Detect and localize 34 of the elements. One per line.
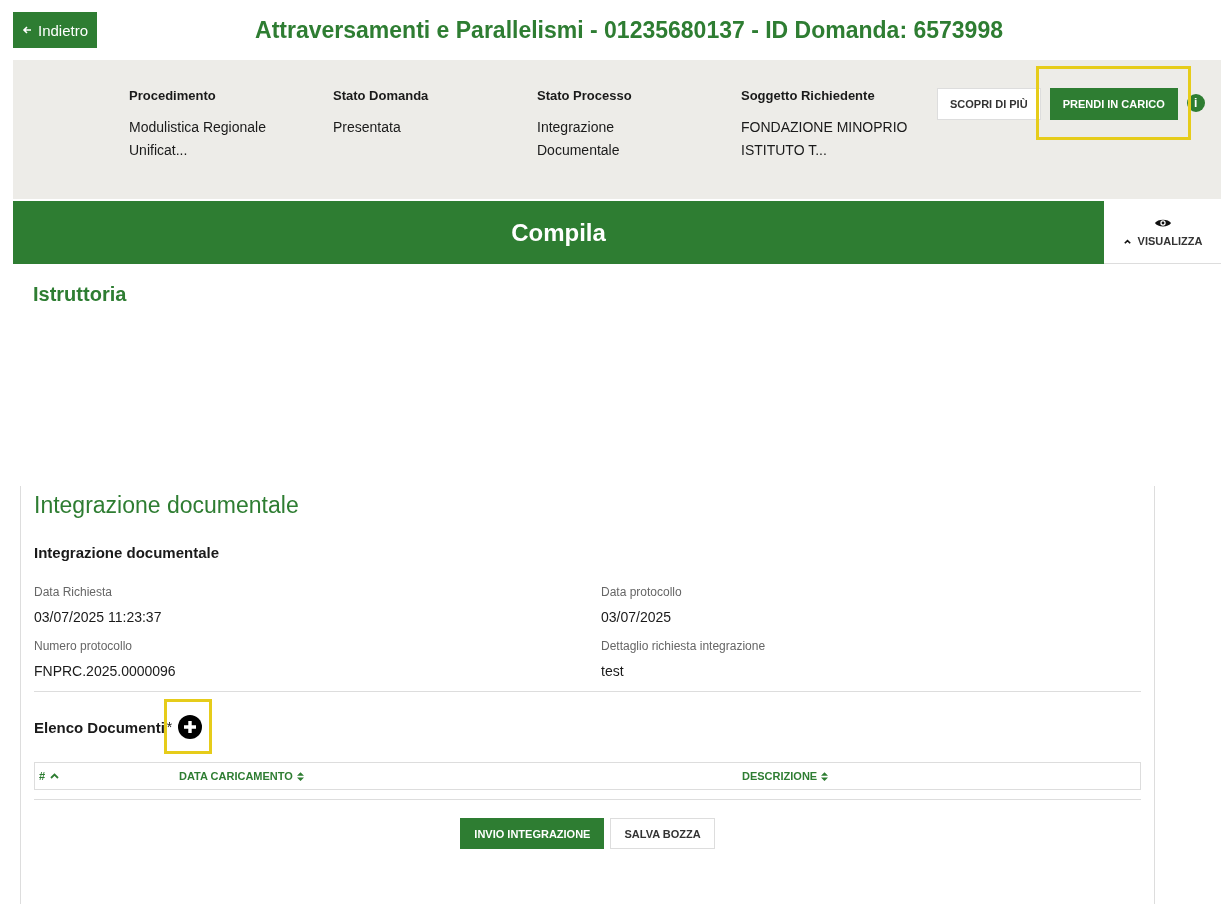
card-title: Integrazione documentale [34,492,300,519]
column-header[interactable]: DATA CARICAMENTO [175,770,738,782]
action-button[interactable]: PRENDI IN CARICO [1049,88,1178,120]
summary-value: Presentata [333,118,402,137]
summary-value: Integrazione Documentale [537,118,621,160]
field-value: test [601,663,625,679]
summary-label: Procedimento [129,88,217,103]
field-value: 03/07/2025 11:23:37 [34,609,163,625]
form-button[interactable]: SALVA BOZZA [610,818,715,849]
compile-label: Compila [511,218,606,247]
back-button[interactable]: Indietro [13,12,98,48]
add-icon[interactable] [178,715,203,739]
field-label: Data protocollo [601,585,683,599]
column-header[interactable]: DESCRIZIONE [738,770,829,782]
arrow-left-icon [22,25,32,35]
field-label: Data Richiesta [34,585,114,599]
summary-label: Stato Domanda [333,88,430,103]
field-label: Numero protocollo [34,639,134,653]
field-label: Dettaglio richiesta integrazione [601,639,767,653]
form-button[interactable]: INVIO INTEGRAZIONE [460,818,605,849]
eye-icon [1153,217,1172,229]
action-button[interactable]: SCOPRI DI PIÙ [937,88,1041,120]
summary-label: Stato Processo [537,88,633,103]
section-title: Istruttoria [33,284,128,304]
required-mark: * [166,719,173,735]
card-subtitle: Integrazione documentale [34,544,221,561]
documents-label: Elenco Documenti [34,718,165,736]
summary-value: Modulistica Regionale Unificat... [129,118,267,160]
field-value: FNPRC.2025.0000096 [34,663,177,679]
page-title: Attraversamenti e Parallelismi - 01235680137 - ID Domanda: 6573998 [254,16,1004,44]
field-value: 03/07/2025 [601,609,673,625]
summary-label: Soggetto Richiedente [741,88,876,103]
column-header[interactable]: # [35,770,175,782]
summary-value: FONDAZIONE MINOPRIO ISTITUTO T... [741,118,909,160]
